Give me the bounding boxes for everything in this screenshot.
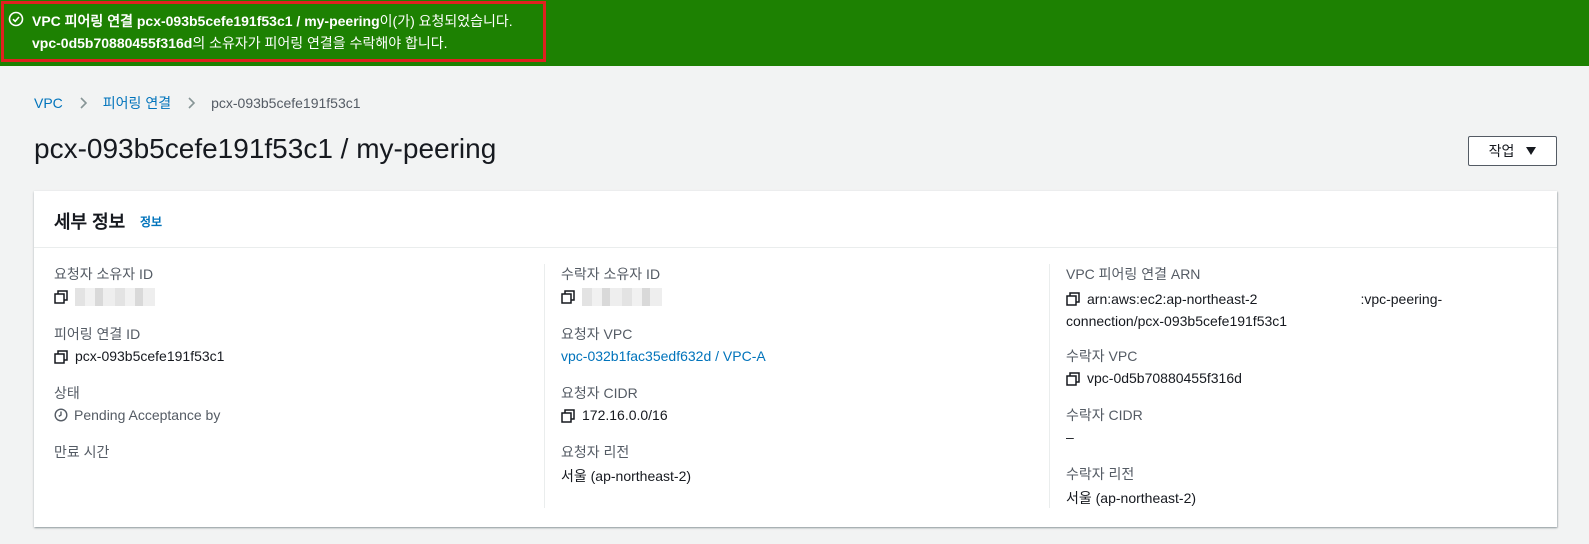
accepter-region-value: 서울 (ap-northeast-2) [1066, 490, 1197, 506]
field-label: 수락자 소유자 ID [561, 266, 661, 282]
field-value: 서울 (ap-northeast-2) [1066, 488, 1196, 508]
status-value: Pending Acceptance by [54, 407, 220, 423]
copy-icon[interactable] [54, 290, 68, 304]
status-field: 상태 Pending Acceptance by [54, 383, 220, 423]
field-label: 수락자 리전 [1066, 466, 1135, 482]
panel-header: 세부 정보 정보 [34, 191, 1557, 248]
flash-line1-prefix: VPC 피어링 연결 pcx-093b5cefe191f53c1 / my-pe… [32, 13, 380, 29]
redacted-value [75, 288, 155, 306]
actions-dropdown-button[interactable]: 작업 [1468, 136, 1557, 166]
copy-icon[interactable] [561, 409, 575, 423]
redacted-value [582, 288, 662, 306]
field-label: 요청자 VPC [561, 326, 633, 342]
accepter-vpc-field: 수락자 VPC vpc-0d5b70880455f316d [1066, 346, 1242, 386]
details-column-3: VPC 피어링 연결 ARN arn:aws:ec2:ap-northeast-… [1049, 264, 1539, 508]
field-value: 서울 (ap-northeast-2) [561, 466, 691, 486]
caret-down-icon [1526, 147, 1537, 155]
requester-vpc-field: 요청자 VPC vpc-032b1fac35edf632d / VPC-A [561, 324, 766, 364]
requester-vpc-link[interactable]: vpc-032b1fac35edf632d / VPC-A [561, 348, 766, 364]
copy-icon[interactable] [54, 350, 68, 364]
chevron-right-icon [80, 97, 87, 109]
expiry-time-field: 만료 시간 [54, 442, 109, 462]
field-label: 요청자 소유자 ID [54, 266, 154, 282]
details-panel: 세부 정보 정보 요청자 소유자 ID 피어링 연결 ID pcx-093b5c… [34, 191, 1557, 527]
arn-part2: :vpc-peering- [1360, 291, 1443, 307]
field-value: 172.16.0.0/16 [561, 407, 668, 423]
field-label: 수락자 CIDR [1066, 407, 1143, 423]
accepter-owner-id-field: 수락자 소유자 ID [561, 264, 662, 306]
accepter-vpc-value: vpc-0d5b70880455f316d [1087, 370, 1242, 386]
flash-line2-vpc: vpc-0d5b70880455f316d [32, 35, 193, 51]
breadcrumb: VPC 피어링 연결 pcx-093b5cefe191f53c1 [34, 93, 361, 113]
requester-cidr-field: 요청자 CIDR 172.16.0.0/16 [561, 383, 668, 423]
arn-part1: arn:aws:ec2:ap-northeast-2 [1087, 291, 1258, 307]
breadcrumb-peering-connections[interactable]: 피어링 연결 [103, 93, 171, 113]
page-title: pcx-093b5cefe191f53c1 / my-peering [34, 133, 497, 164]
success-flash-banner: VPC 피어링 연결 pcx-093b5cefe191f53c1 / my-pe… [0, 0, 1589, 66]
panel-title: 세부 정보 [54, 212, 126, 232]
accepter-region-field: 수락자 리전 서울 (ap-northeast-2) [1066, 464, 1196, 508]
field-value: vpc-0d5b70880455f316d [1066, 370, 1242, 386]
field-label: 요청자 리전 [561, 444, 630, 460]
flash-line1-suffix: 이(가) 요청되었습니다. [379, 13, 513, 29]
details-column-2: 수락자 소유자 ID 요청자 VPC vpc-032b1fac35edf632d… [544, 264, 1049, 508]
field-value [561, 288, 662, 306]
requester-region-value: 서울 (ap-northeast-2) [561, 468, 692, 484]
field-label: 수락자 VPC [1066, 348, 1138, 364]
status-text: Pending Acceptance by [74, 407, 221, 423]
field-label: 요청자 CIDR [561, 385, 638, 401]
flash-message-line2: vpc-0d5b70880455f316d의 소유자가 피어링 연결을 수락해야… [32, 33, 448, 53]
requester-region-field: 요청자 리전 서울 (ap-northeast-2) [561, 442, 691, 486]
accepter-cidr-value: – [1066, 429, 1074, 445]
breadcrumb-vpc[interactable]: VPC [34, 95, 63, 111]
requester-owner-id-field: 요청자 소유자 ID [54, 264, 155, 306]
field-label: 피어링 연결 ID [54, 326, 141, 342]
field-label: 만료 시간 [54, 444, 110, 460]
breadcrumb-current: pcx-093b5cefe191f53c1 [211, 95, 361, 111]
accepter-cidr-field: 수락자 CIDR – [1066, 405, 1143, 445]
peering-connection-id-field: 피어링 연결 ID pcx-093b5cefe191f53c1 [54, 324, 224, 364]
peering-id-value: pcx-093b5cefe191f53c1 [75, 348, 225, 364]
field-value [54, 288, 155, 306]
copy-icon[interactable] [561, 290, 575, 304]
field-value: arn:aws:ec2:ap-northeast-2 :vpc-peering-c… [1066, 288, 1466, 332]
check-circle-icon [8, 11, 24, 27]
field-value: – [1066, 429, 1143, 445]
copy-icon[interactable] [1066, 292, 1080, 306]
field-label: 상태 [54, 385, 80, 401]
requester-cidr-value: 172.16.0.0/16 [582, 407, 668, 423]
flash-message-line1: VPC 피어링 연결 pcx-093b5cefe191f53c1 / my-pe… [32, 11, 513, 31]
arn-value: arn:aws:ec2:ap-northeast-2 :vpc-peering-c… [1066, 288, 1466, 332]
info-link[interactable]: 정보 [140, 213, 162, 230]
arn-field: VPC 피어링 연결 ARN arn:aws:ec2:ap-northeast-… [1066, 264, 1466, 332]
clock-icon [54, 408, 68, 422]
chevron-right-icon [188, 97, 196, 109]
copy-icon[interactable] [1066, 372, 1080, 386]
arn-part3: connection/pcx-093b5cefe191f53c1 [1066, 313, 1288, 329]
field-value: pcx-093b5cefe191f53c1 [54, 348, 224, 364]
actions-button-label: 작업 [1488, 143, 1515, 159]
field-value: vpc-032b1fac35edf632d / VPC-A [561, 348, 766, 364]
flash-line2-suffix: 의 소유자가 피어링 연결을 수락해야 합니다. [192, 35, 448, 51]
field-label: VPC 피어링 연결 ARN [1066, 266, 1201, 282]
